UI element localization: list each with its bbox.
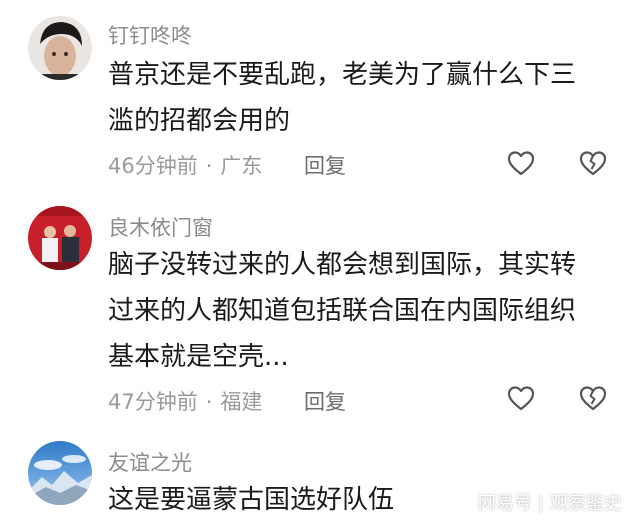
- broken-heart-outline-icon: [579, 386, 607, 411]
- comment-meta: 46分钟前 · 广东 回复: [108, 150, 346, 180]
- comment-text-line: 滥的招都会用的: [108, 106, 291, 136]
- comment-text-line: 普京还是不要乱跑，老美为了赢什么下三: [108, 60, 577, 90]
- like-button[interactable]: [506, 148, 536, 178]
- comment-item: 钉钉咚咚 普京还是不要乱跑，老美为了赢什么下三 滥的招都会用的 46分钟前 · 广东…: [0, 0, 640, 200]
- reply-button[interactable]: 回复: [304, 150, 346, 180]
- comment-location: 广东: [220, 154, 263, 178]
- broken-heart-outline-icon: [579, 151, 607, 176]
- comment-location: 福建: [220, 390, 263, 414]
- dislike-button[interactable]: [578, 383, 608, 413]
- reply-button[interactable]: 回复: [304, 386, 346, 416]
- comment-item: 良木依门窗 脑子没转过来的人都会想到国际，其实转 过来的人都知道包括联合国在内国…: [0, 200, 640, 435]
- heart-outline-icon: [507, 151, 535, 176]
- like-button[interactable]: [506, 383, 536, 413]
- comment-text-line: 脑子没转过来的人都会想到国际，其实转: [108, 250, 577, 280]
- comment-text-line: 过来的人都知道包括联合国在内国际组织: [108, 296, 577, 326]
- comment-meta: 47分钟前 · 福建 回复: [108, 386, 346, 416]
- dislike-button[interactable]: [578, 148, 608, 178]
- avatar[interactable]: [28, 441, 92, 505]
- avatar[interactable]: [28, 206, 92, 270]
- username[interactable]: 良木依门窗: [108, 212, 213, 242]
- username[interactable]: 钉钉咚咚: [108, 20, 192, 50]
- heart-outline-icon: [507, 386, 535, 411]
- watermark-separator: |: [537, 493, 544, 514]
- comment-text-line: 基本就是空壳...: [108, 342, 289, 372]
- username[interactable]: 友谊之光: [108, 447, 192, 477]
- avatar[interactable]: [28, 16, 92, 80]
- comment-time: 47分钟前: [108, 390, 198, 414]
- comment-text: 脑子没转过来的人都会想到国际，其实转 过来的人都知道包括联合国在内国际组织 基本…: [108, 242, 608, 380]
- comment-text: 普京还是不要乱跑，老美为了赢什么下三 滥的招都会用的: [108, 52, 608, 144]
- comment-time: 46分钟前: [108, 154, 198, 178]
- watermark-brand: 网易号: [477, 493, 532, 514]
- watermark-account: 观察鉴史: [550, 493, 622, 514]
- comment-list: 钉钉咚咚 普京还是不要乱跑，老美为了赢什么下三 滥的招都会用的 46分钟前 · 广东…: [0, 0, 640, 525]
- watermark: 网易号 | 观察鉴史: [478, 489, 622, 515]
